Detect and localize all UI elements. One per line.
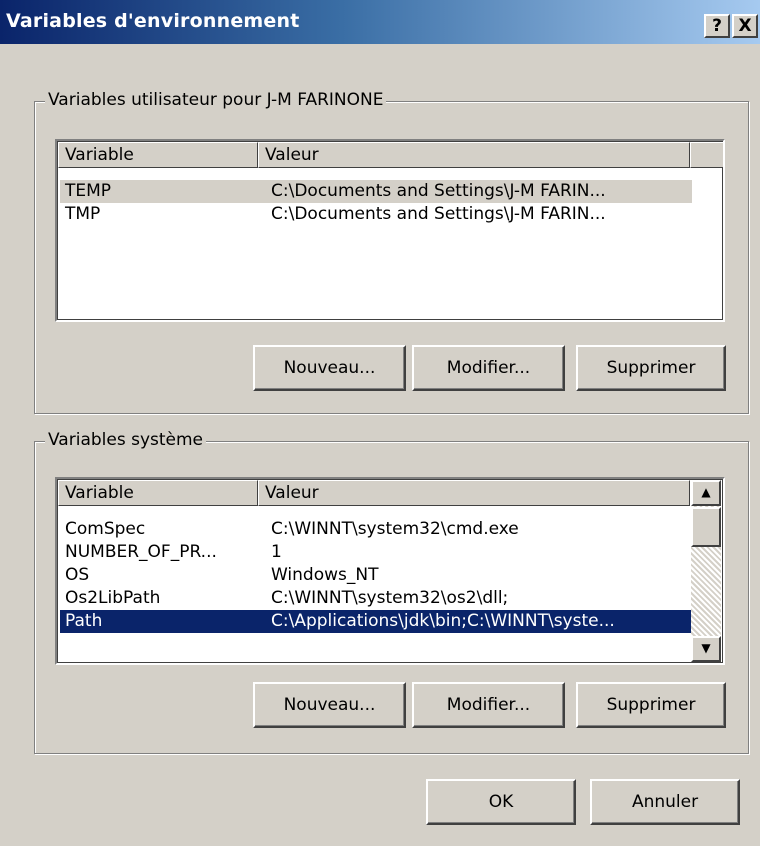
list-header: Variable Valeur: [58, 142, 723, 168]
variable-value: 1: [271, 542, 282, 562]
table-row[interactable]: NUMBER_OF_PR... 1: [60, 541, 692, 564]
system-edit-button[interactable]: Modifier...: [412, 682, 565, 728]
scroll-thumb[interactable]: [691, 507, 721, 547]
variable-name: OS: [65, 565, 90, 585]
close-button[interactable]: X: [732, 14, 758, 38]
table-row[interactable]: OS Windows_NT: [60, 564, 692, 587]
table-row[interactable]: TMP C:\Documents and Settings\J-M FARIN.…: [60, 203, 692, 226]
column-header-variable[interactable]: Variable: [58, 480, 258, 506]
variable-name: TMP: [65, 204, 101, 224]
variable-value: C:\Applications\jdk\bin;C:\WINNT\syste..…: [271, 611, 615, 631]
column-header-variable[interactable]: Variable: [58, 142, 258, 168]
variable-name: ComSpec: [65, 519, 146, 539]
scroll-down-button[interactable]: ▼: [691, 636, 721, 662]
cancel-button[interactable]: Annuler: [590, 779, 740, 825]
environment-variables-dialog: Variables d'environnement ? X Variables …: [0, 0, 760, 846]
variable-value: C:\Documents and Settings\J-M FARIN...: [271, 204, 606, 224]
variable-name: Path: [65, 611, 103, 631]
list-header: Variable Valeur: [58, 480, 690, 506]
user-variables-list[interactable]: Variable Valeur TEMP C:\Documents and Se…: [55, 139, 725, 322]
variable-value: C:\WINNT\system32\os2\dll;: [271, 588, 509, 608]
user-new-button[interactable]: Nouveau...: [253, 345, 406, 391]
window-title: Variables d'environnement: [6, 10, 300, 32]
table-row[interactable]: TEMP C:\Documents and Settings\J-M FARIN…: [60, 180, 692, 203]
column-header-value[interactable]: Valeur: [258, 480, 690, 506]
user-variables-legend: Variables utilisateur pour J-M FARINONE: [45, 90, 387, 110]
system-variables-legend: Variables système: [45, 430, 207, 450]
column-header-value[interactable]: Valeur: [258, 142, 690, 168]
system-variables-group: Variables système Variable Valeur ComSpe…: [34, 430, 749, 754]
system-new-button[interactable]: Nouveau...: [253, 682, 406, 728]
variable-name: TEMP: [65, 181, 112, 201]
table-row[interactable]: Os2LibPath C:\WINNT\system32\os2\dll;: [60, 587, 692, 610]
table-row-selected[interactable]: Path C:\Applications\jdk\bin;C:\WINNT\sy…: [60, 610, 692, 633]
table-row[interactable]: ComSpec C:\WINNT\system32\cmd.exe: [60, 518, 692, 541]
variable-name: NUMBER_OF_PR...: [65, 542, 217, 562]
system-variables-list[interactable]: Variable Valeur ComSpec C:\WINNT\system3…: [55, 477, 725, 665]
variable-value: Windows_NT: [271, 565, 379, 585]
variable-name: Os2LibPath: [65, 588, 161, 608]
user-delete-button[interactable]: Supprimer: [576, 345, 726, 391]
scroll-up-button[interactable]: ▲: [691, 480, 721, 506]
vertical-scrollbar[interactable]: ▲ ▼: [691, 480, 721, 662]
column-header-filler: [690, 142, 723, 168]
variable-value: C:\Documents and Settings\J-M FARIN...: [271, 181, 606, 201]
user-edit-button[interactable]: Modifier...: [412, 345, 565, 391]
user-variables-group: Variables utilisateur pour J-M FARINONE …: [34, 90, 749, 414]
system-delete-button[interactable]: Supprimer: [576, 682, 726, 728]
title-bar[interactable]: Variables d'environnement ? X: [0, 0, 760, 44]
variable-value: C:\WINNT\system32\cmd.exe: [271, 519, 519, 539]
ok-button[interactable]: OK: [426, 779, 576, 825]
help-button[interactable]: ?: [704, 14, 730, 38]
